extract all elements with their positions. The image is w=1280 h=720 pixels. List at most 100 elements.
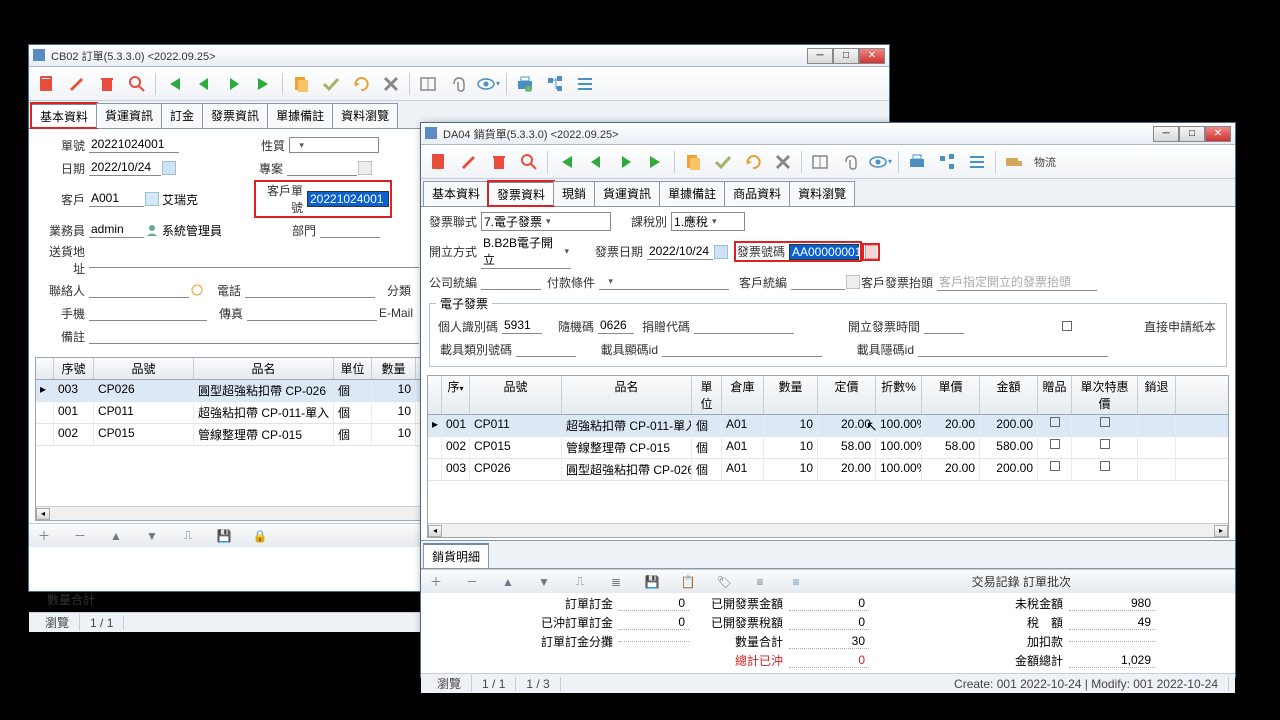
user-icon[interactable]: [144, 222, 160, 238]
undo-icon[interactable]: [349, 72, 373, 96]
grid-b[interactable]: 序▾ 品號 品名 單位 倉庫 數量 定價 折數% 單價 金額 贈品 單次特惠價 …: [427, 375, 1229, 538]
val-custorder[interactable]: 20221024001: [307, 191, 389, 207]
save-icon[interactable]: 💾: [643, 573, 661, 591]
gh-up[interactable]: 單價: [922, 376, 980, 414]
gh-price[interactable]: 定價: [818, 376, 876, 414]
first-icon[interactable]: [162, 72, 186, 96]
down-icon[interactable]: ▼: [535, 573, 553, 591]
val-proj[interactable]: [287, 160, 357, 176]
close-button[interactable]: ✕: [1205, 126, 1231, 142]
max-button[interactable]: □: [1179, 126, 1205, 142]
menu-icon[interactable]: [573, 72, 597, 96]
cancel-icon[interactable]: [379, 72, 403, 96]
print-icon[interactable]: [513, 72, 537, 96]
val-shipaddr[interactable]: [89, 252, 419, 268]
val-mobile[interactable]: [89, 305, 207, 321]
org-icon[interactable]: ⎍: [179, 527, 197, 545]
new-icon[interactable]: [427, 150, 451, 174]
gh-qty[interactable]: 數量: [764, 376, 818, 414]
chk-gift[interactable]: [1050, 417, 1060, 427]
calendar-icon[interactable]: [713, 244, 729, 260]
tab-browse[interactable]: 資料瀏覽: [789, 181, 855, 206]
dd-pay[interactable]: [599, 275, 729, 290]
list-icon[interactable]: ≣: [607, 573, 625, 591]
txlog-lbl[interactable]: 交易記錄 訂單批次: [972, 573, 1071, 590]
table-row[interactable]: 002 CP015 管線整理帶 CP-015 個 A01 10 58.00 10…: [428, 437, 1228, 459]
gh-qty[interactable]: 數量: [372, 358, 416, 379]
titlebar-b[interactable]: DA04 銷貨單(5.3.3.0) <2022.09.25> ─ □ ✕: [421, 123, 1235, 145]
close-button[interactable]: ✕: [859, 48, 885, 64]
tag-icon[interactable]: 🏷: [715, 573, 733, 591]
chk-gift[interactable]: [1050, 439, 1060, 449]
invno-lookup-icon[interactable]: [863, 244, 879, 260]
chk-special[interactable]: [1100, 461, 1110, 471]
val-custtax[interactable]: [791, 274, 845, 290]
logistics-icon[interactable]: [1002, 150, 1026, 174]
calendar-icon[interactable]: [161, 160, 177, 176]
val-carhid[interactable]: [918, 341, 1108, 357]
tree-icon[interactable]: [935, 150, 959, 174]
dd-invtype[interactable]: 7.電子發票: [481, 212, 611, 231]
scrollbar-h[interactable]: ◂▸: [428, 523, 1228, 537]
val-rnd[interactable]: 0626: [598, 318, 634, 334]
table-row[interactable]: ▸ 001 CP011 超強粘扣帶 CP-011-單入 個 A01 10 20.…: [428, 415, 1228, 437]
min-button[interactable]: ─: [807, 48, 833, 64]
val-orderno[interactable]: 20221024001: [89, 137, 179, 153]
plus-icon[interactable]: ＋: [35, 527, 53, 545]
val-invno[interactable]: AA00000001: [789, 244, 859, 260]
chk-gift[interactable]: [1050, 461, 1060, 471]
last-icon[interactable]: [644, 150, 668, 174]
minus-icon[interactable]: －: [463, 573, 481, 591]
search-icon[interactable]: [517, 150, 541, 174]
chk-paper[interactable]: [1062, 321, 1072, 331]
book-icon[interactable]: [416, 72, 440, 96]
chk-special[interactable]: [1100, 439, 1110, 449]
custtax-icon[interactable]: [845, 274, 861, 290]
gh-return[interactable]: 銷退: [1138, 376, 1176, 414]
menu2-icon[interactable]: ≡: [751, 573, 769, 591]
dd-open[interactable]: B.B2B電子開立: [481, 234, 571, 269]
new-icon[interactable]: [35, 72, 59, 96]
val-carcls[interactable]: [662, 341, 822, 357]
max-button[interactable]: □: [833, 48, 859, 64]
delete-icon[interactable]: [487, 150, 511, 174]
val-custtitle[interactable]: 客戶指定開立的發票抬頭: [937, 273, 1097, 291]
val-tel[interactable]: [245, 282, 375, 298]
search-icon[interactable]: [125, 72, 149, 96]
contact-icon[interactable]: [189, 282, 205, 298]
tab-product[interactable]: 商品資料: [724, 181, 790, 206]
val-fax[interactable]: [247, 305, 377, 321]
next-icon[interactable]: [614, 150, 638, 174]
val-invdate[interactable]: 2022/10/24: [647, 244, 713, 260]
tab-deposit[interactable]: 訂金: [161, 103, 203, 128]
tab-invoice[interactable]: 發票資料: [488, 181, 554, 206]
prev-icon[interactable]: [584, 150, 608, 174]
val-sales[interactable]: admin: [89, 222, 144, 238]
chk-special[interactable]: [1100, 417, 1110, 427]
copy-icon[interactable]: [681, 150, 705, 174]
gh-name[interactable]: 品名: [194, 358, 334, 379]
first-icon[interactable]: [554, 150, 578, 174]
prev-icon[interactable]: [192, 72, 216, 96]
confirm-icon[interactable]: [711, 150, 735, 174]
gh-seq[interactable]: 序號: [54, 358, 94, 379]
val-dept[interactable]: [320, 222, 380, 238]
confirm-icon[interactable]: [319, 72, 343, 96]
tab-browse[interactable]: 資料瀏覽: [332, 103, 398, 128]
copy-icon[interactable]: [289, 72, 313, 96]
print-icon[interactable]: [905, 150, 929, 174]
dd-prop[interactable]: [289, 137, 379, 153]
val-note[interactable]: [89, 328, 419, 344]
save-icon[interactable]: 💾: [215, 527, 233, 545]
tab-ship[interactable]: 貨運資訊: [96, 103, 162, 128]
down-icon[interactable]: ▼: [143, 527, 161, 545]
val-don[interactable]: [694, 318, 794, 334]
val-opentime[interactable]: [924, 318, 964, 334]
gh-name[interactable]: 品名: [562, 376, 692, 414]
cust-lookup-icon[interactable]: [144, 191, 160, 207]
attach-icon[interactable]: [838, 150, 862, 174]
gh-gift[interactable]: 贈品: [1038, 376, 1072, 414]
view-icon[interactable]: ▾: [868, 150, 892, 174]
min-button[interactable]: ─: [1153, 126, 1179, 142]
gh-disc[interactable]: 折數%: [876, 376, 922, 414]
